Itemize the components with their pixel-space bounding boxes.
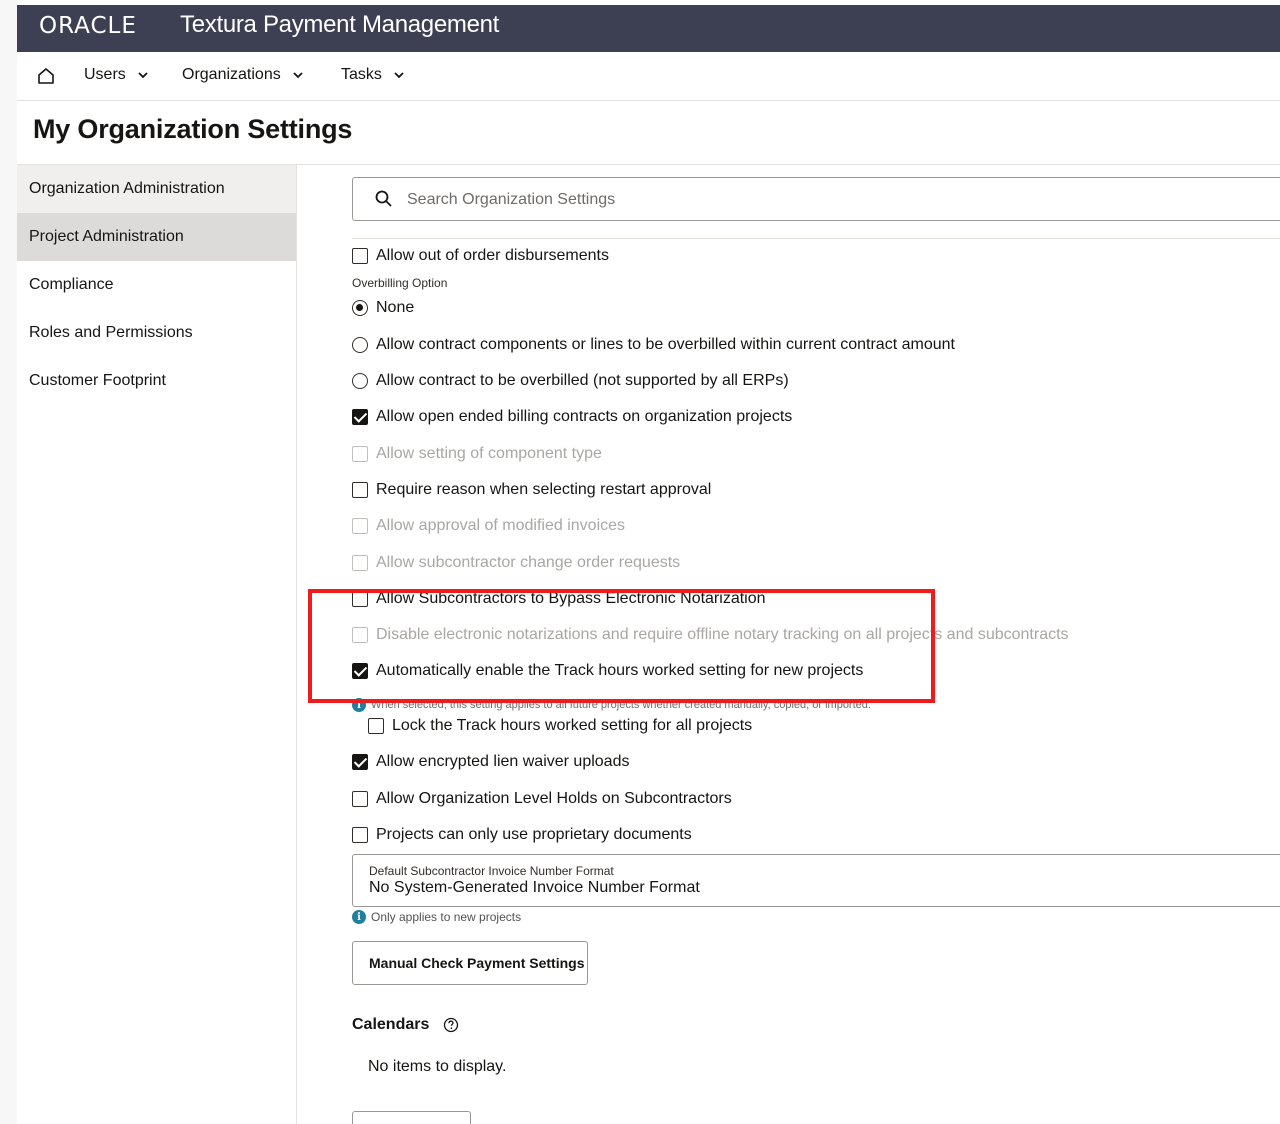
chevron-down-icon [293,72,303,79]
setting-auto-track-hours[interactable]: Automatically enable the Track hours wor… [352,662,863,680]
sidebar-item-customer-footprint[interactable]: Customer Footprint [17,357,296,405]
setting-component-type: Allow setting of component type [352,445,602,463]
top-header: ORACLE Textura Payment Management [17,0,1280,52]
setting-encrypted-lien-waivers[interactable]: Allow encrypted lien waiver uploads [352,753,629,771]
sidebar-item-label: Roles and Permissions [29,324,193,341]
checkbox [352,446,368,462]
checkbox [352,518,368,534]
checkbox[interactable] [352,482,368,498]
checkbox[interactable] [352,663,368,679]
sidebar-item-label: Project Administration [29,228,184,245]
setting-label: Allow out of order disbursements [376,247,609,264]
checkbox [352,555,368,571]
search-box [352,177,1280,221]
setting-label: Allow approval of modified invoices [376,517,626,534]
sidebar-item-label: Customer Footprint [29,372,166,389]
nav-users-menu[interactable]: Users [84,66,150,84]
setting-label: Projects can only use proprietary docume… [376,826,692,843]
chevron-down-icon [138,72,148,79]
invoice-format-select[interactable]: Default Subcontractor Invoice Number For… [352,854,1280,907]
radio-label: Allow contract to be overbilled (not sup… [376,372,789,389]
setting-organization-holds[interactable]: Allow Organization Level Holds on Subcon… [352,790,732,808]
main-nav: Users Organizations Tasks [17,52,1280,101]
checkbox [352,627,368,643]
setting-label: Allow open ended billing contracts on or… [376,408,793,425]
overbilling-option-label: Overbilling Option [352,276,448,290]
info-icon: i [352,698,366,712]
nav-tasks-label: Tasks [341,66,382,83]
radio-button[interactable] [352,300,368,316]
settings-content: Allow out of order disbursements Overbil… [297,165,1280,1124]
search-input[interactable] [407,188,1107,212]
chevron-down-icon [394,72,404,79]
select-label: Default Subcontractor Invoice Number For… [369,864,614,878]
setting-proprietary-documents[interactable]: Projects can only use proprietary docume… [352,826,692,844]
settings-sidebar: Organization Administration Project Admi… [17,165,297,1124]
info-icon: i [352,910,366,924]
app-window: ORACLE Textura Payment Management Users … [17,0,1280,1124]
setting-label: Allow Organization Level Holds on Subcon… [376,790,732,807]
checkbox[interactable] [352,791,368,807]
setting-label: Automatically enable the Track hours wor… [376,662,864,679]
sidebar-item-compliance[interactable]: Compliance [17,261,296,309]
calendars-header: Calendars [352,1016,459,1034]
track-hours-helptext: i When selected, this setting applies to… [352,698,871,712]
radio-button[interactable] [352,373,368,389]
select-value: No System-Generated Invoice Number Forma… [369,879,700,896]
setting-subcontractor-change-orders: Allow subcontractor change order request… [352,554,680,572]
setting-label: Disable electronic notarizations and req… [376,626,1069,643]
radio-label: Allow contract components or lines to be… [376,336,955,353]
setting-label: Allow subcontractor change order request… [376,554,681,571]
sidebar-item-label: Organization Administration [29,180,225,197]
setting-open-ended-billing[interactable]: Allow open ended billing contracts on or… [352,408,792,426]
setting-restart-approval-reason[interactable]: Require reason when selecting restart ap… [352,481,711,499]
product-title: Textura Payment Management [180,11,500,38]
calendars-empty-message: No items to display. [368,1058,507,1075]
sidebar-item-label: Compliance [29,276,114,293]
setting-modified-invoices: Allow approval of modified invoices [352,517,625,535]
sidebar-item-roles-and-permissions[interactable]: Roles and Permissions [17,309,296,357]
checkbox[interactable] [368,718,384,734]
radio-overbilling-none[interactable]: None [352,299,414,317]
invoice-format-helptext: i Only applies to new projects [352,910,521,924]
nav-organizations-label: Organizations [182,66,281,83]
helptext-label: When selected, this setting applies to a… [371,699,871,711]
nav-users-label: Users [84,66,126,83]
checkbox[interactable] [352,248,368,264]
setting-label: Allow setting of component type [376,445,602,462]
radio-button[interactable] [352,337,368,353]
setting-out-of-order-disbursements[interactable]: Allow out of order disbursements [352,247,609,265]
checkbox[interactable] [352,754,368,770]
nav-organizations-menu[interactable]: Organizations [182,66,305,84]
sidebar-item-organization-administration[interactable]: Organization Administration [17,165,296,213]
checkbox[interactable] [352,591,368,607]
sidebar-item-project-administration[interactable]: Project Administration [17,213,296,261]
nav-tasks-menu[interactable]: Tasks [341,66,406,84]
setting-disable-notarizations: Disable electronic notarizations and req… [352,626,1069,644]
helptext-label: Only applies to new projects [371,910,522,924]
checkbox[interactable] [352,827,368,843]
help-icon[interactable] [443,1017,459,1033]
setting-label: Require reason when selecting restart ap… [376,481,712,498]
radio-overbilling-within-contract[interactable]: Allow contract components or lines to be… [352,336,955,354]
radio-label: None [376,299,415,316]
page-title: My Organization Settings [33,114,353,144]
setting-label: Lock the Track hours worked setting for … [392,717,753,734]
radio-overbilling-contract[interactable]: Allow contract to be overbilled (not sup… [352,372,789,390]
divider [352,238,1280,239]
oracle-logo: ORACLE [39,13,137,39]
manual-check-payment-settings-button[interactable]: Manual Check Payment Settings [352,941,588,985]
search-icon [375,190,392,207]
window-left-edge [0,0,17,1124]
calendars-title: Calendars [352,1016,430,1033]
setting-label: Allow encrypted lien waiver uploads [376,753,630,770]
calendar-action-button[interactable] [352,1111,471,1124]
home-icon[interactable] [36,66,56,86]
setting-lock-track-hours[interactable]: Lock the Track hours worked setting for … [368,717,752,735]
setting-label: Allow Subcontractors to Bypass Electroni… [376,590,766,607]
setting-bypass-notarization[interactable]: Allow Subcontractors to Bypass Electroni… [352,590,766,608]
checkbox[interactable] [352,409,368,425]
